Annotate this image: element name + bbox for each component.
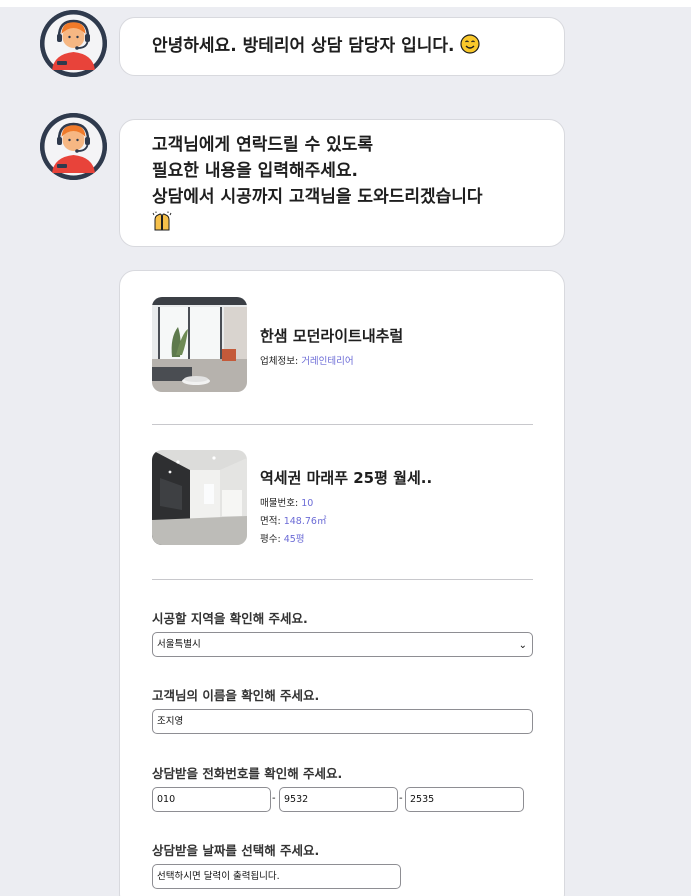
divider xyxy=(152,579,533,580)
intro-message: 고객님에게 연락드릴 수 있도록 필요한 내용을 입력해주세요. 상담에서 시공… xyxy=(152,132,483,236)
phone-input-first[interactable]: 010 xyxy=(152,787,271,812)
listing-photo-kitchen[interactable] xyxy=(152,450,247,545)
chevron-down-icon: ⌄ xyxy=(518,640,527,651)
listing-title[interactable]: 역세권 마래푸 25평 월세.. xyxy=(260,467,432,488)
greeting-message: 안녕하세요. 방테리어 상담 담당자 입니다. xyxy=(152,33,481,59)
consult-form-card: 한샘 모던라이트내추럴 업체정보: 거레인테리어 역세권 마래푸 25평 월세.… xyxy=(119,270,565,896)
intro-bubble: 고객님에게 연락드릴 수 있도록 필요한 내용을 입력해주세요. 상담에서 시공… xyxy=(119,119,565,247)
company-link[interactable]: 거레인테리어 xyxy=(301,356,353,367)
date-picker-input[interactable]: 선택하시면 달력이 출력됩니다. xyxy=(152,864,401,889)
agent-avatar xyxy=(40,113,107,180)
name-input[interactable]: 조지영 xyxy=(152,709,533,734)
greeting-bubble: 안녕하세요. 방테리어 상담 담당자 입니다. xyxy=(119,17,565,76)
phone-separator: - xyxy=(272,793,276,804)
region-question: 시공할 지역을 확인해 주세요. xyxy=(152,611,308,626)
listing-meta-area: 면적: 148.76㎡ xyxy=(260,516,327,527)
listing-meta-pyeong: 평수: 45평 xyxy=(260,534,305,545)
listing-photo-living-room[interactable] xyxy=(152,297,247,392)
listing-meta-company: 업체정보: 거레인테리어 xyxy=(260,356,354,367)
date-question: 상담받을 날짜를 선택해 주세요. xyxy=(152,843,320,858)
listing-title[interactable]: 한샘 모던라이트내추럴 xyxy=(260,325,403,346)
name-question: 고객님의 이름을 확인해 주세요. xyxy=(152,688,320,703)
phone-input-last[interactable]: 2535 xyxy=(405,787,524,812)
intro-line: 상담에서 시공까지 고객님을 도와드리겠습니다 xyxy=(152,187,483,207)
listing-meta-number: 매물번호: 10 xyxy=(260,498,314,509)
phone-input-middle[interactable]: 9532 xyxy=(279,787,398,812)
agent-avatar xyxy=(40,10,107,77)
region-select[interactable]: 서울특별시 ⌄ xyxy=(152,632,533,657)
smiling-face-icon xyxy=(460,34,481,54)
phone-separator: - xyxy=(399,793,403,804)
divider xyxy=(152,424,533,425)
raising-hands-icon xyxy=(152,211,172,231)
intro-line: 고객님에게 연락드릴 수 있도록 xyxy=(152,135,374,155)
intro-line: 필요한 내용을 입력해주세요. xyxy=(152,161,358,181)
phone-question: 상담받을 전화번호를 확인해 주세요. xyxy=(152,766,343,781)
top-band xyxy=(0,0,691,7)
